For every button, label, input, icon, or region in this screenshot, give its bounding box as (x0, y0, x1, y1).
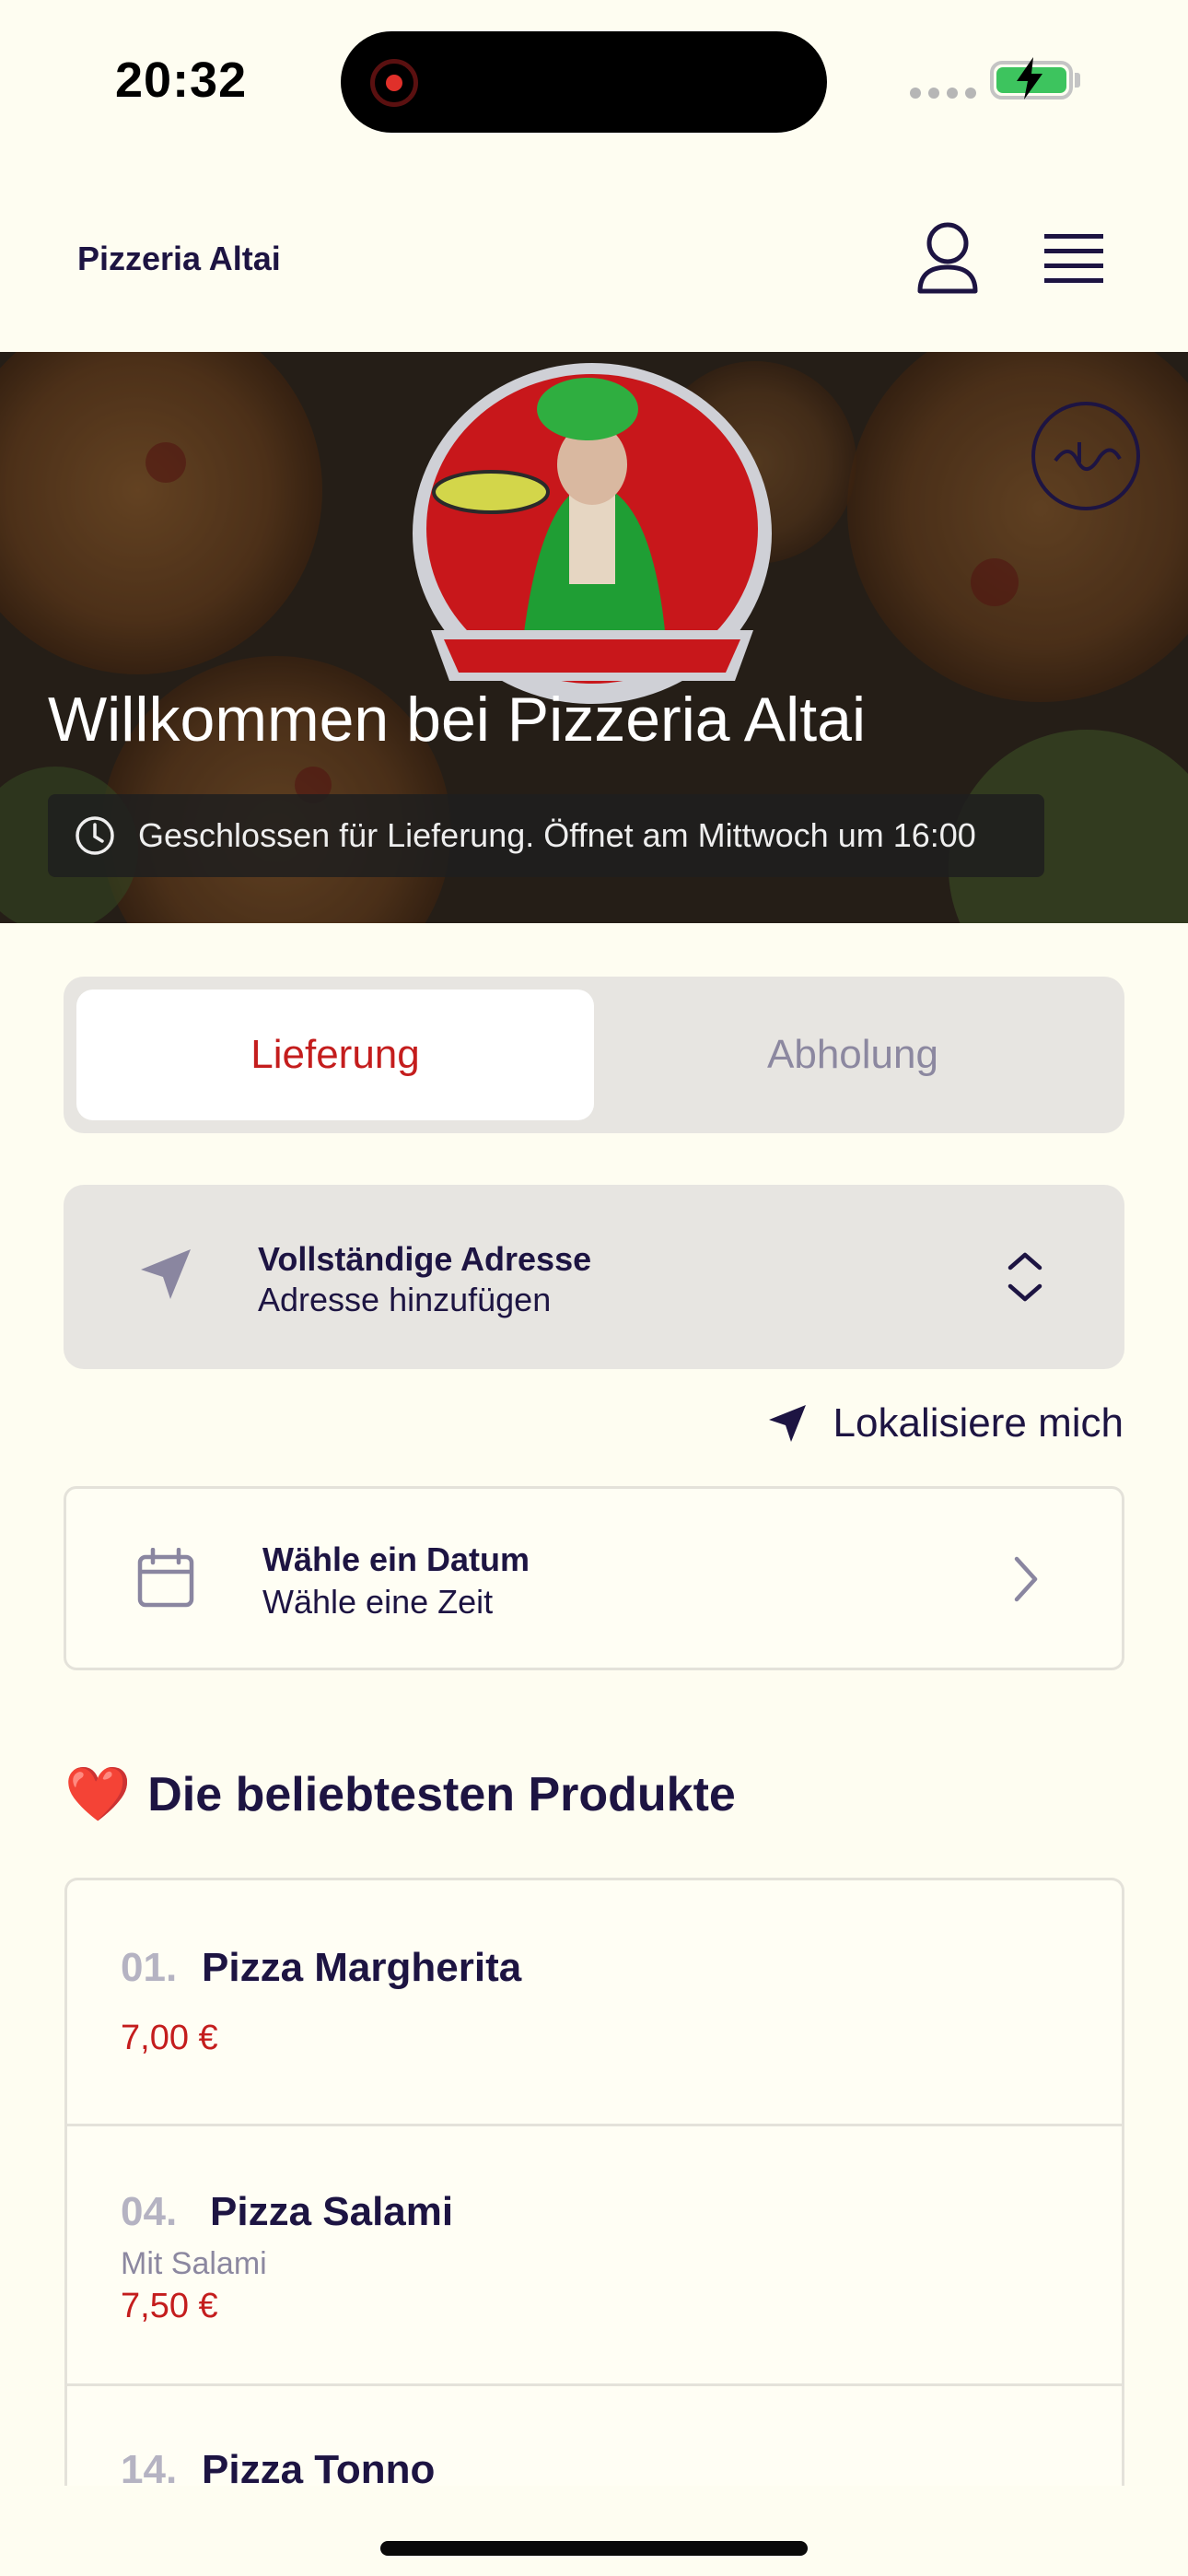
locate-me-button[interactable]: Lokalisiere mich (765, 1400, 1124, 1446)
product-name: Pizza Tonno (202, 2447, 436, 2486)
popular-products-title: Die beliebtesten Produkte (147, 1768, 736, 1821)
user-account-icon[interactable] (914, 221, 981, 295)
clock-icon (76, 816, 114, 855)
product-price: 7,00 € (121, 2019, 218, 2057)
status-time: 20:32 (115, 53, 248, 108)
calendar-icon (137, 1548, 194, 1608)
app-header: Pizzeria Altai (0, 166, 1188, 352)
product-number: 01. (121, 1945, 178, 1990)
product-item[interactable]: 14. Pizza Tonno (67, 2386, 1122, 2486)
navigation-arrow-icon (141, 1249, 191, 1299)
chevron-up-down-icon (1007, 1252, 1042, 1302)
recording-indicator-icon (370, 59, 418, 107)
popular-products-heading: ❤️ Die beliebtesten Produkte (64, 1767, 736, 1822)
product-item[interactable]: 04. Pizza Salami Mit Salami 7,50 € (67, 2126, 1122, 2386)
popular-products-list: 01. Pizza Margherita 7,00 € 04. Pizza Sa… (64, 1878, 1124, 2486)
chevron-right-icon (1014, 1556, 1038, 1602)
charging-bolt-icon (1011, 55, 1048, 109)
product-name: Pizza Salami (210, 2189, 454, 2234)
date-time-selector[interactable]: Wähle ein Datum Wähle eine Zeit (64, 1486, 1124, 1670)
status-bar: 20:32 (0, 0, 1188, 166)
date-title: Wähle ein Datum (262, 1540, 530, 1578)
brand-name[interactable]: Pizzeria Altai (77, 240, 281, 278)
order-type-toggle: Lieferung Abholung (64, 977, 1124, 1133)
product-number: 14. (121, 2447, 178, 2486)
tab-delivery[interactable]: Lieferung (76, 989, 594, 1120)
hero-banner: Willkommen bei Pizzeria Altai Geschlosse… (0, 352, 1188, 923)
welcome-title: Willkommen bei Pizzeria Altai (48, 685, 867, 755)
product-price: 7,50 € (121, 2287, 218, 2325)
pizzeria-logo (413, 363, 772, 704)
cellular-signal-icon (910, 88, 976, 99)
product-number: 04. (121, 2189, 178, 2234)
address-title: Vollständige Adresse (258, 1240, 592, 1278)
language-switch-icon[interactable] (1031, 402, 1140, 510)
product-name: Pizza Margherita (202, 1945, 522, 1990)
product-description: Mit Salami (121, 2246, 267, 2281)
home-indicator[interactable] (380, 2541, 808, 2556)
location-arrow-icon (768, 1405, 806, 1442)
address-selector[interactable]: Vollständige Adresse Adresse hinzufügen (64, 1185, 1124, 1369)
address-subtitle: Adresse hinzufügen (258, 1281, 552, 1318)
opening-status: Geschlossen für Lieferung. Öffnet am Mit… (48, 794, 1044, 877)
time-subtitle: Wähle eine Zeit (262, 1583, 494, 1621)
hamburger-menu-icon[interactable] (1041, 230, 1107, 289)
product-item[interactable]: 01. Pizza Margherita 7,00 € (67, 1880, 1122, 2126)
locate-me-label: Lokalisiere mich (833, 1400, 1124, 1446)
tab-pickup[interactable]: Abholung (594, 989, 1112, 1120)
dynamic-island (341, 31, 827, 133)
opening-status-text: Geschlossen für Lieferung. Öffnet am Mit… (138, 816, 976, 854)
heart-icon: ❤️ (64, 1764, 132, 1824)
